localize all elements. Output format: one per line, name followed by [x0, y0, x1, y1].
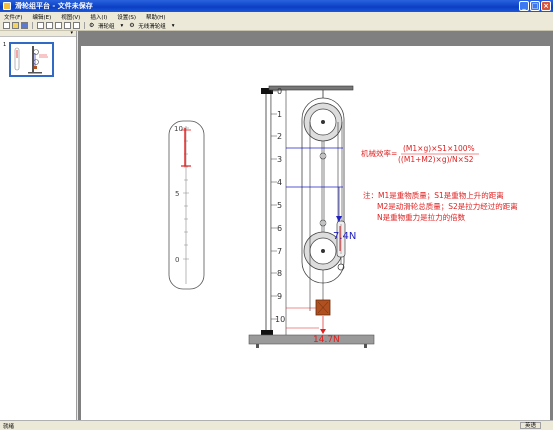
menu-settings[interactable]: 设置(S)	[117, 13, 136, 21]
save-icon[interactable]	[21, 22, 28, 29]
slide-number: 1	[3, 42, 7, 48]
spring-gauge[interactable]: 10 5 0	[168, 120, 205, 290]
gauge-mid-label: 5	[175, 190, 179, 198]
ruler-tick-5: 5	[277, 201, 282, 210]
pulley-group-button[interactable]: 滑轮组	[98, 22, 115, 30]
thumbnail-pane-header: ▾	[0, 30, 76, 37]
load-weight[interactable]	[286, 270, 331, 334]
ruler-tick-2: 2	[277, 132, 282, 141]
toolbar: ⚙ 滑轮组 ▾ ⚙ 无线滑轮组 ▾	[0, 21, 553, 31]
gauge-bottom-label: 0	[175, 256, 179, 264]
menu-file[interactable]: 文件(F)	[4, 13, 22, 21]
title-bar: 滑轮组平台 - 文件未保存 _ □ ×	[0, 0, 553, 12]
minimize-button[interactable]: _	[519, 1, 529, 11]
close-button[interactable]: ×	[541, 1, 551, 11]
efficiency-formula: 机械效率= (M1×g)×S1×100% ((M1+M2)×g)/N×S2	[361, 144, 479, 164]
ruler-tick-10: 10	[275, 315, 285, 324]
pulley-icon[interactable]: ⚙	[129, 22, 136, 29]
menu-bar: 文件(F) 编辑(E) 视图(V) 插入(I) 设置(S) 帮助(H)	[0, 12, 553, 21]
input-mode-indicator: 英语	[519, 422, 541, 429]
toolbar-separator	[32, 22, 33, 29]
menu-view[interactable]: 视图(V)	[61, 13, 80, 21]
maximize-button[interactable]: □	[530, 1, 540, 11]
open-folder-icon[interactable]	[12, 22, 19, 29]
chevron-down-icon[interactable]: ▾	[70, 30, 73, 36]
formula-denominator: ((M1+M2)×g)/N×S2	[398, 155, 474, 164]
paste-icon[interactable]	[55, 22, 62, 29]
ruler-tick-9: 9	[277, 292, 282, 301]
undo-icon[interactable]	[37, 22, 44, 29]
note-line-2: M2是动滑轮总质量；S2是拉力经过的距离	[377, 201, 518, 211]
slide-thumbnail-pane: ▾ 1	[0, 30, 77, 420]
editing-canvas[interactable]: 10 5 0 0 1 2 3 4 5 6 7 8 9 10 7.4N 14.7N…	[78, 31, 553, 422]
wireless-pulley-button[interactable]: 无线滑轮组	[138, 22, 166, 30]
slide-canvas[interactable]: 10 5 0 0 1 2 3 4 5 6 7 8 9 10 7.4N 14.7N…	[81, 46, 550, 422]
note-line-1: 注：M1是重物质量；S1是重物上升的距离	[363, 190, 504, 200]
pulley-diagram: 10 5 0 0 1 2 3 4 5 6 7 8 9 10 7.4N 14.7N…	[168, 85, 518, 348]
note-line-3: N是重物重力是拉力的倍数	[377, 212, 466, 222]
ruler-tick-6: 6	[277, 224, 282, 233]
ruler-tick-8: 8	[277, 269, 282, 278]
notes-block: 注：M1是重物质量；S1是重物上升的距离 M2是动滑轮总质量；S2是拉力经过的距…	[363, 190, 518, 222]
load-force-reading: 14.7N	[313, 335, 340, 345]
ruler-tick-3: 3	[277, 155, 282, 164]
redo-icon[interactable]	[73, 22, 80, 29]
copy-icon[interactable]	[46, 22, 53, 29]
app-icon	[3, 2, 11, 10]
gauge-top-label: 10	[174, 125, 183, 133]
spring-force-reading: 7.4N	[333, 231, 356, 242]
formula-numerator: (M1×g)×S1×100%	[403, 144, 475, 153]
menu-insert[interactable]: 插入(I)	[90, 13, 107, 21]
ruler-tick-7: 7	[277, 247, 282, 256]
dropdown-arrow-icon[interactable]: ▾	[121, 23, 124, 29]
toolbar-separator	[84, 22, 85, 29]
ruler-tick-4: 4	[277, 178, 282, 187]
ruler-tick-0: 0	[277, 87, 282, 96]
window-title: 滑轮组平台 - 文件未保存	[15, 2, 93, 10]
menu-edit[interactable]: 编辑(E)	[32, 13, 51, 21]
status-bar: 就绪 英语	[0, 420, 553, 430]
new-file-icon[interactable]	[3, 22, 10, 29]
slide-thumbnail[interactable]	[9, 42, 54, 77]
status-text: 就绪	[3, 423, 15, 430]
dropdown-arrow-icon[interactable]: ▾	[172, 23, 175, 29]
formula-lhs: 机械效率=	[361, 148, 397, 158]
thumbnail-preview	[14, 46, 48, 74]
distance-markers	[286, 147, 343, 222]
delete-icon[interactable]	[64, 22, 71, 29]
ruler-tick-1: 1	[277, 110, 282, 119]
pulley-icon[interactable]: ⚙	[89, 22, 96, 29]
menu-help[interactable]: 帮助(H)	[146, 13, 165, 21]
